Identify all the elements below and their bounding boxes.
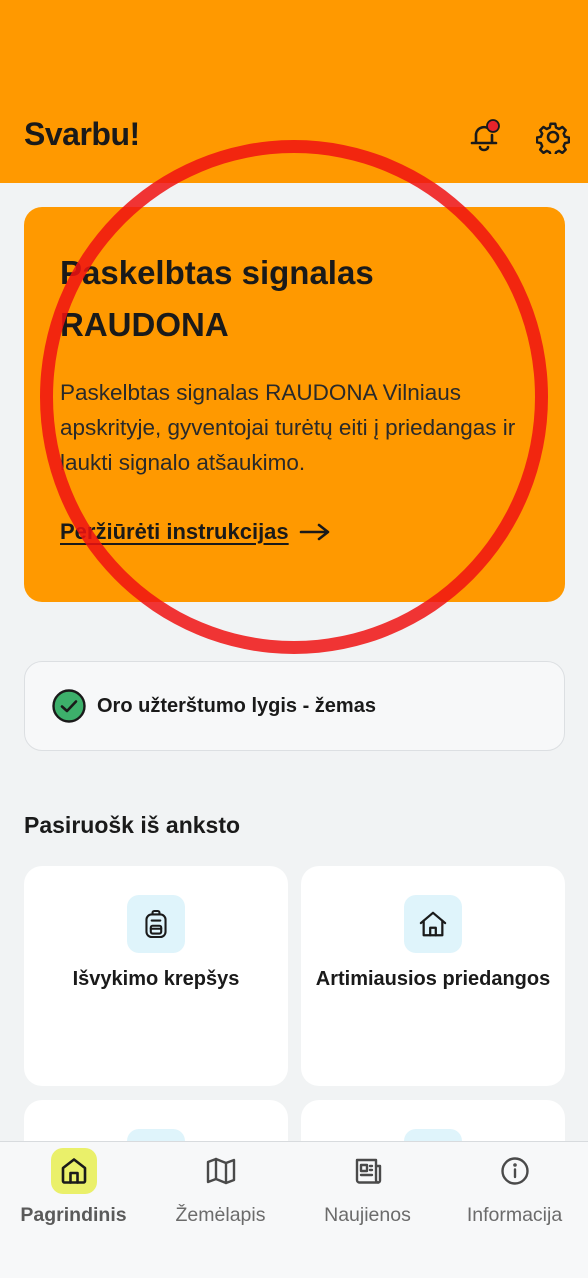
nearest-shelters-tile[interactable]: Artimiausios priedangos bbox=[301, 866, 565, 1086]
check-circle-icon bbox=[52, 689, 86, 723]
go-bag-tile[interactable]: Išvykimo krepšys bbox=[24, 866, 288, 1086]
nav-label-news: Naujienos bbox=[324, 1204, 411, 1226]
nav-label-home: Pagrindinis bbox=[20, 1204, 127, 1226]
notification-bell-icon[interactable] bbox=[466, 118, 502, 154]
nav-item-news[interactable]: Naujienos bbox=[294, 1142, 441, 1252]
page-title: Svarbu! bbox=[24, 116, 140, 152]
home-icon bbox=[50, 1148, 97, 1194]
newspaper-icon bbox=[345, 1148, 391, 1194]
alert-title: Paskelbtas signalas RAUDONA bbox=[60, 254, 374, 343]
nav-item-info[interactable]: Informacija bbox=[441, 1142, 588, 1252]
bottom-navigation: Pagrindinis Žemėlapis Naujienos Informac… bbox=[0, 1141, 588, 1278]
alert-body: Paskelbtas signalas RAUDONA Vilniaus aps… bbox=[60, 380, 516, 475]
view-instructions-label: Peržiūrėti instrukcijas bbox=[60, 519, 289, 544]
notification-badge bbox=[486, 119, 500, 133]
nearest-shelters-label: Artimiausios priedangos bbox=[315, 968, 551, 990]
nav-label-map: Žemėlapis bbox=[175, 1204, 266, 1226]
gear-icon[interactable] bbox=[535, 120, 571, 158]
info-icon bbox=[492, 1148, 538, 1194]
alert-card: Paskelbtas signalas RAUDONA Paskelbtas s… bbox=[24, 207, 565, 602]
view-instructions-link[interactable]: Peržiūrėti instrukcijas bbox=[60, 519, 331, 545]
air-quality-text: Oro užterštumo lygis - žemas bbox=[97, 694, 376, 717]
nav-item-map[interactable]: Žemėlapis bbox=[147, 1142, 294, 1252]
go-bag-label: Išvykimo krepšys bbox=[72, 968, 240, 990]
house-icon bbox=[404, 895, 462, 953]
prepare-section-title: Pasiruošk iš anksto bbox=[24, 812, 241, 838]
arrow-right-icon bbox=[299, 523, 329, 541]
map-icon bbox=[198, 1148, 244, 1194]
nav-label-info: Informacija bbox=[466, 1204, 563, 1226]
backpack-icon bbox=[127, 895, 185, 953]
air-quality-card[interactable]: Oro užterštumo lygis - žemas bbox=[24, 661, 565, 751]
nav-item-home[interactable]: Pagrindinis bbox=[0, 1142, 147, 1252]
top-app-bar: Svarbu! bbox=[0, 0, 588, 183]
